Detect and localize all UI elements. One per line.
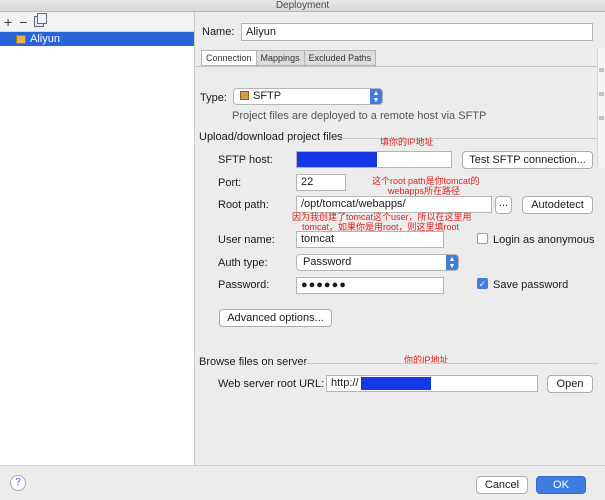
login-anonymous-label: Login as anonymous: [493, 234, 595, 246]
type-label: Type:: [200, 92, 227, 104]
sftp-icon: [240, 91, 249, 100]
autodetect-button[interactable]: Autodetect: [522, 196, 593, 214]
chevron-updown-icon: ▲ ▼: [370, 89, 382, 104]
sftp-host-label: SFTP host:: [218, 154, 273, 166]
login-anonymous-checkbox[interactable]: [477, 233, 488, 244]
browse-section-title: Browse files on server: [199, 356, 308, 368]
redaction-box: [361, 377, 431, 390]
root-path-input[interactable]: /opt/tomcat/webapps/: [296, 196, 492, 213]
type-value: SFTP: [253, 90, 282, 102]
server-list-panel: + − Aliyun: [0, 12, 195, 465]
copy-icon[interactable]: [34, 13, 48, 27]
add-icon[interactable]: +: [4, 15, 12, 29]
port-label: Port:: [218, 177, 242, 189]
redaction-box: [297, 152, 377, 167]
tab-excluded-paths[interactable]: Excluded Paths: [303, 50, 377, 66]
password-label: Password:: [218, 279, 270, 291]
annotation-user-1: 因为我创建了tomcat这个user，所以在这里用: [292, 212, 472, 222]
type-hint: Project files are deployed to a remote h…: [232, 110, 487, 122]
auth-type-value: Password: [303, 256, 352, 268]
test-sftp-connection-button[interactable]: Test SFTP connection...: [462, 151, 593, 169]
tab-connection[interactable]: Connection: [201, 50, 257, 66]
web-root-url-value: http://: [331, 377, 359, 389]
name-input[interactable]: Aliyun: [241, 23, 593, 41]
user-name-label: User name:: [218, 234, 275, 246]
user-name-input[interactable]: tomcat: [296, 231, 444, 248]
server-item-aliyun[interactable]: Aliyun: [0, 32, 194, 46]
open-button[interactable]: Open: [547, 375, 593, 393]
sftp-host-input[interactable]: [296, 151, 452, 168]
tab-mappings[interactable]: Mappings: [255, 50, 305, 66]
annotation-root-2: webapps所在路径: [388, 186, 461, 196]
auth-type-label: Auth type:: [218, 257, 268, 269]
advanced-options-button[interactable]: Advanced options...: [219, 309, 332, 327]
chevron-updown-icon: ▲ ▼: [446, 255, 458, 270]
type-select[interactable]: SFTP ▲ ▼: [233, 88, 383, 105]
web-root-url-label: Web server root URL:: [218, 378, 325, 390]
port-input[interactable]: 22: [296, 174, 346, 191]
remove-icon[interactable]: −: [19, 15, 27, 29]
password-input[interactable]: ●●●●●●: [296, 277, 444, 294]
ok-button[interactable]: OK: [536, 476, 586, 494]
save-password-checkbox[interactable]: ✓: [477, 278, 488, 289]
root-path-label: Root path:: [218, 199, 269, 211]
server-settings-panel: Name: Aliyun Connection Mappings Exclude…: [196, 12, 605, 465]
upload-section-title: Upload/download project files: [199, 131, 343, 143]
name-label: Name:: [202, 26, 235, 38]
auth-type-select[interactable]: Password ▲ ▼: [296, 254, 459, 271]
server-item-label: Aliyun: [30, 33, 60, 45]
tab-bar: Connection Mappings Excluded Paths: [201, 50, 377, 66]
annotation-root-1: 这个root path是你tomcat的: [372, 176, 480, 186]
server-icon: [16, 34, 26, 44]
section-divider: [330, 138, 598, 139]
section-divider: [296, 363, 598, 364]
annotation-host: 填你的IP地址: [380, 137, 434, 147]
dialog-footer: ? Cancel OK: [0, 465, 605, 500]
cancel-button[interactable]: Cancel: [476, 476, 528, 494]
connection-panel: Type: SFTP ▲ ▼ Project files are deployed…: [196, 66, 605, 465]
save-password-label: Save password: [493, 279, 569, 291]
scrollbar[interactable]: [597, 48, 605, 168]
help-button[interactable]: ?: [10, 475, 26, 491]
web-root-url-input[interactable]: http://: [326, 375, 538, 392]
browse-root-path-button[interactable]: ...: [495, 196, 512, 214]
server-list-toolbar: + −: [0, 12, 194, 32]
window-title: Deployment: [0, 0, 605, 12]
